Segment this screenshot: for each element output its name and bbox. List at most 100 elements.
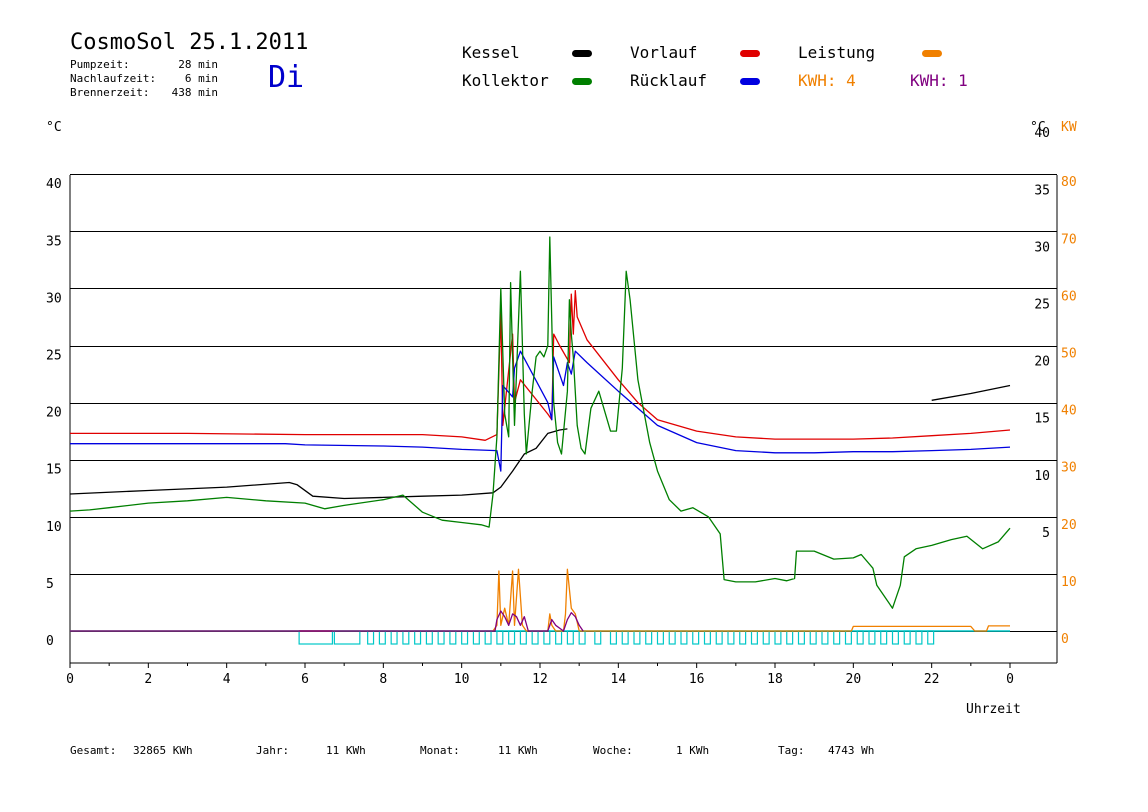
footer-tag-value: 4743 Wh (828, 744, 875, 757)
footer-gesamt-value: 32865 KWh (133, 744, 193, 757)
x-tick-label: 14 (611, 672, 627, 687)
pump-block (594, 630, 602, 645)
pump-block (633, 630, 641, 645)
pump-block (821, 630, 829, 645)
footer-jahr-value: 11 KWh (326, 744, 366, 757)
pump-block (333, 630, 361, 645)
pump-block (461, 630, 469, 645)
pump-block (543, 630, 551, 645)
pump-block (425, 630, 433, 645)
pump-block (856, 630, 864, 645)
pump-block (692, 630, 700, 645)
pump-block (680, 630, 688, 645)
pump-block (484, 630, 492, 645)
y-tick-right-kw: 80 (1061, 175, 1077, 190)
y-tick-right-kw: 60 (1061, 289, 1077, 304)
footer-woche-label: Woche: (593, 744, 633, 757)
pump-block (609, 630, 617, 645)
pump-block (621, 630, 629, 645)
x-tick-label: 2 (144, 672, 152, 687)
footer-monat-label: Monat: (420, 744, 460, 757)
pump-block (402, 630, 410, 645)
pump-block (531, 630, 539, 645)
pump-block (578, 630, 586, 645)
y-tick-right-kw: 50 (1061, 347, 1077, 362)
pump-block (927, 630, 935, 645)
x-tick-label: 4 (223, 672, 231, 687)
pump-block (774, 630, 782, 645)
pump-block (786, 630, 794, 645)
pump-block (437, 630, 445, 645)
pump-block (645, 630, 653, 645)
pump-block (496, 630, 504, 645)
y-tick-left: 10 (46, 520, 62, 535)
series-kessel (69, 384, 1011, 500)
pump-block (656, 630, 664, 645)
pump-block (809, 630, 817, 645)
temperature-chart: 0510152025303540510152025303540010203040… (46, 126, 1077, 687)
y-tick-right-c: 5 (1042, 526, 1050, 541)
y-tick-right-kw: 10 (1061, 575, 1077, 590)
pump-block (833, 630, 841, 645)
x-tick-label: 0 (1006, 672, 1014, 687)
pump-block (390, 630, 398, 645)
y-tick-right-kw: 70 (1061, 232, 1077, 247)
y-tick-right-c: 25 (1034, 298, 1050, 313)
y-tick-right-c: 40 (1034, 126, 1050, 141)
pump-block (378, 630, 386, 645)
footer-jahr-label: Jahr: (256, 744, 290, 757)
x-tick-label: 18 (767, 672, 783, 687)
pump-block (762, 630, 770, 645)
pump-block (868, 630, 876, 645)
x-tick-label: 22 (924, 672, 940, 687)
pump-block (891, 630, 899, 645)
y-tick-right-c: 30 (1034, 240, 1050, 255)
y-tick-right-c: 35 (1034, 183, 1050, 198)
series-vorlauf (70, 290, 1011, 441)
y-tick-left: 35 (46, 234, 62, 249)
pump-block (715, 630, 723, 645)
y-tick-right-c: 15 (1034, 412, 1050, 427)
y-tick-left: 40 (46, 177, 62, 192)
footer-monat-value: 11 KWh (498, 744, 538, 757)
pump-block (880, 630, 888, 645)
pump-block (703, 630, 711, 645)
series-kollektor (69, 236, 1011, 609)
footer-woche-value: 1 KWh (676, 744, 710, 757)
y-tick-left: 30 (46, 291, 62, 306)
pump-block (566, 630, 574, 645)
y-tick-right-kw: 40 (1061, 404, 1077, 419)
pump-block (739, 630, 747, 645)
x-tick-label: 6 (301, 672, 309, 687)
pump-block (668, 630, 676, 645)
series-r-cklauf (70, 350, 1011, 472)
pump-block (797, 630, 805, 645)
x-tick-label: 10 (454, 672, 470, 687)
pump-block (555, 630, 563, 645)
pump-block (472, 630, 480, 645)
y-tick-right-c: 20 (1034, 355, 1050, 370)
y-tick-left: 5 (46, 577, 54, 592)
pump-block (750, 630, 758, 645)
pump-block (414, 630, 422, 645)
pump-block (727, 630, 735, 645)
pump-block (449, 630, 457, 645)
pump-block (915, 630, 923, 645)
pump-block (367, 630, 375, 645)
pump-block (903, 630, 911, 645)
pump-block (298, 630, 334, 645)
y-tick-left: 20 (46, 406, 62, 421)
x-tick-label: 12 (532, 672, 548, 687)
y-tick-right-c: 10 (1034, 469, 1050, 484)
pump-block (844, 630, 852, 645)
y-tick-right-kw: 0 (1061, 632, 1069, 647)
footer-gesamt-label: Gesamt: (70, 744, 117, 757)
y-tick-left: 15 (46, 463, 62, 478)
y-tick-left: 0 (46, 634, 54, 649)
y-tick-left: 25 (46, 349, 62, 364)
pump-block (519, 630, 527, 645)
x-tick-label: 0 (66, 672, 74, 687)
x-tick-label: 16 (689, 672, 705, 687)
y-tick-right-kw: 20 (1061, 518, 1077, 533)
x-tick-label: 8 (379, 672, 387, 687)
